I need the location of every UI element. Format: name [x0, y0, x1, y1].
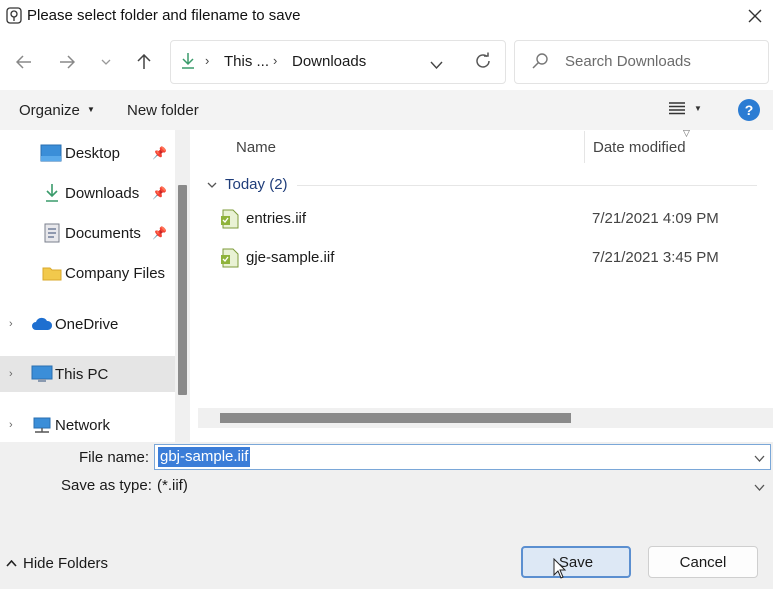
breadcrumb-separator-icon: ›	[273, 53, 278, 68]
download-icon	[180, 52, 196, 73]
search-input[interactable]: Search Downloads	[565, 53, 691, 70]
chevron-right-icon[interactable]: ›	[9, 318, 13, 330]
chevron-down-icon	[207, 182, 217, 188]
file-date-modified: 7/21/2021 4:09 PM	[592, 210, 719, 227]
chevron-down-icon	[430, 61, 443, 70]
app-icon	[6, 7, 22, 24]
breadcrumb-this-pc[interactable]: This ...	[224, 53, 269, 70]
arrow-left-icon	[16, 55, 31, 69]
chevron-down-icon[interactable]	[754, 478, 765, 494]
pin-icon: 📌	[152, 226, 167, 240]
folder-icon	[41, 262, 63, 284]
desktop-icon	[40, 142, 62, 164]
cancel-button[interactable]: Cancel	[648, 546, 758, 578]
iif-file-icon	[220, 209, 240, 229]
chevron-down-icon[interactable]	[754, 449, 765, 465]
file-row[interactable]: entries.iif 7/21/2021 4:09 PM	[215, 201, 765, 237]
file-name: gje-sample.iif	[246, 249, 335, 266]
column-divider[interactable]	[584, 131, 585, 163]
up-button[interactable]	[131, 49, 157, 75]
pin-icon: 📌	[152, 186, 167, 200]
arrow-up-icon	[137, 54, 151, 69]
close-icon	[748, 9, 762, 23]
sidebar-item-label: OneDrive	[55, 315, 119, 333]
group-divider	[297, 185, 757, 186]
horizontal-scrollbar-thumb[interactable]	[220, 413, 571, 423]
sidebar-item-network[interactable]: › Network	[0, 407, 175, 442]
address-dropdown-button[interactable]	[430, 56, 443, 72]
refresh-button[interactable]	[474, 52, 492, 73]
new-folder-button[interactable]: New folder	[127, 102, 199, 119]
sidebar-item-label: Downloads	[65, 184, 140, 202]
cloud-icon	[31, 313, 53, 335]
sort-caret-icon: ▽	[683, 128, 690, 138]
iif-file-icon	[220, 248, 240, 268]
search-icon	[531, 52, 549, 73]
sidebar-item-label: This PC	[55, 365, 109, 383]
download-icon	[41, 182, 63, 204]
back-button[interactable]	[11, 49, 37, 75]
mouse-cursor-icon	[553, 557, 567, 583]
sidebar-item-desktop[interactable]: Desktop 📌	[0, 135, 175, 171]
sidebar-item-downloads[interactable]: Downloads 📌	[0, 175, 175, 211]
save-button[interactable]: Save	[521, 546, 631, 578]
sidebar-item-onedrive[interactable]: › OneDrive	[0, 306, 175, 342]
group-label: Today (2)	[225, 176, 288, 193]
file-name-value[interactable]: gbj-sample.iif	[158, 447, 251, 467]
network-icon	[31, 414, 53, 436]
sidebar-item-this-pc[interactable]: › This PC	[0, 356, 175, 392]
window-title: Please select folder and filename to sav…	[27, 7, 301, 24]
file-name: entries.iif	[246, 210, 307, 227]
hide-folders-label: Hide Folders	[23, 555, 109, 572]
view-options-button[interactable]: ▼	[668, 101, 702, 115]
column-header-date-modified[interactable]: Date modified	[593, 139, 686, 156]
computer-icon	[31, 363, 53, 385]
sidebar-item-label: Desktop	[65, 144, 121, 162]
chevron-right-icon[interactable]: ›	[9, 368, 13, 380]
save-type-select[interactable]	[154, 473, 771, 497]
help-button[interactable]: ?	[738, 99, 760, 121]
organize-label: Organize	[19, 102, 80, 119]
sidebar-scrollbar-thumb[interactable]	[178, 185, 187, 395]
caret-down-icon: ▼	[87, 105, 95, 114]
close-button[interactable]	[740, 2, 770, 30]
group-header-today[interactable]: Today (2)	[207, 176, 288, 193]
breadcrumb-downloads[interactable]: Downloads	[292, 53, 366, 70]
caret-down-icon: ▼	[694, 103, 702, 113]
chevron-down-icon	[101, 59, 111, 65]
save-type-label: Save as type:	[61, 477, 152, 494]
arrow-right-icon	[60, 55, 75, 69]
command-bar	[0, 90, 773, 130]
sidebar-item-label: Network	[55, 416, 111, 434]
hide-folders-button[interactable]: Hide Folders	[6, 555, 108, 572]
organize-button[interactable]: Organize ▼	[19, 102, 95, 119]
forward-button[interactable]	[54, 49, 80, 75]
breadcrumb-separator-icon: ›	[205, 53, 210, 68]
sidebar-item-label: Company Files	[65, 264, 166, 282]
pin-icon: 📌	[152, 146, 167, 160]
navigation-pane: Desktop 📌 Downloads 📌 Documents 📌 Compan…	[0, 130, 190, 442]
file-date-modified: 7/21/2021 3:45 PM	[592, 249, 719, 266]
chevron-up-icon	[6, 560, 17, 567]
save-type-value: (*.iif)	[157, 477, 188, 494]
list-view-icon	[669, 102, 685, 115]
column-header-name[interactable]: Name	[236, 139, 276, 156]
sidebar-item-label: Documents	[65, 224, 141, 242]
recent-locations-button[interactable]	[93, 49, 119, 75]
document-icon	[41, 222, 63, 244]
sidebar-item-documents[interactable]: Documents 📌	[0, 215, 175, 251]
file-row[interactable]: gje-sample.iif 7/21/2021 3:45 PM	[215, 240, 765, 276]
refresh-icon	[476, 52, 490, 68]
chevron-right-icon[interactable]: ›	[9, 419, 13, 431]
sidebar-item-company-files[interactable]: Company Files	[0, 255, 175, 291]
file-name-label: File name:	[79, 449, 150, 466]
